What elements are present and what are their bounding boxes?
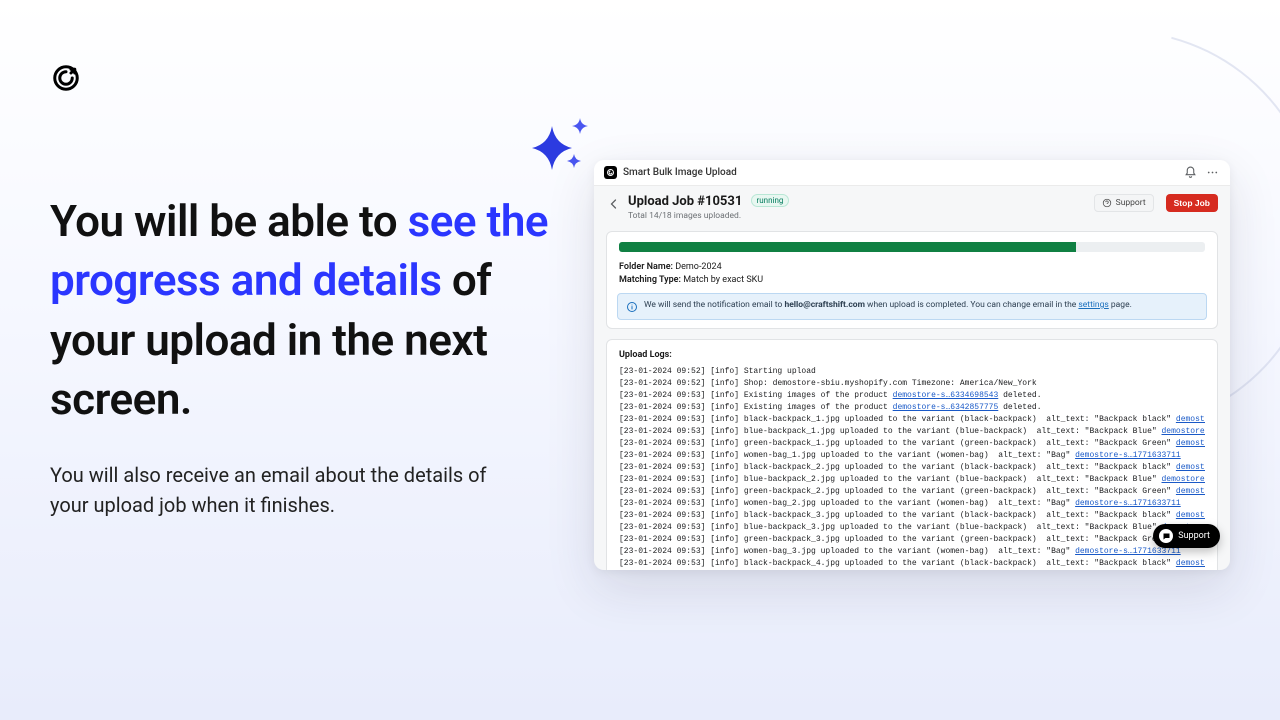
status-badge: running <box>751 194 790 207</box>
back-arrow-icon[interactable] <box>606 196 622 212</box>
logs-card: Upload Logs: [23-01-2024 09:52] [info] S… <box>606 339 1218 570</box>
log-link[interactable]: demostore-s…1757871151 <box>1162 427 1206 436</box>
matching-type-row: Matching Type: Match by exact SKU <box>619 275 1205 285</box>
chat-icon <box>1159 529 1173 543</box>
marketing-subtext: You will also receive an email about the… <box>50 460 510 520</box>
marketing-headline: You will be able to see the progress and… <box>50 192 570 430</box>
info-icon <box>626 301 638 313</box>
support-chat-label: Support <box>1178 531 1210 541</box>
log-link[interactable]: demostore-s…17579039 <box>1176 415 1205 424</box>
progress-bar <box>619 242 1205 252</box>
log-link[interactable]: demostore-s…6342857775 <box>893 403 999 412</box>
log-output: [23-01-2024 09:52] [info] Starting uploa… <box>619 366 1205 570</box>
titlebar: Smart Bulk Image Upload <box>594 160 1230 186</box>
page-header: Upload Job #10531 running Total 14/18 im… <box>594 186 1230 231</box>
support-chat-chip[interactable]: Support <box>1153 524 1220 548</box>
logs-label: Upload Logs: <box>619 350 1205 360</box>
email-notification-banner: We will send the notification email to h… <box>617 293 1207 320</box>
log-link[interactable]: demostore-s…17578383 <box>1176 439 1205 448</box>
settings-link[interactable]: settings <box>1078 300 1108 310</box>
progress-card: Folder Name: Demo-2024 Matching Type: Ma… <box>606 231 1218 329</box>
app-title: Smart Bulk Image Upload <box>623 167 737 178</box>
bell-icon[interactable] <box>1182 165 1198 181</box>
progress-summary: Total 14/18 images uploaded. <box>628 211 1088 221</box>
sparkles-icon <box>522 108 602 188</box>
more-icon[interactable] <box>1204 165 1220 181</box>
log-link[interactable]: demostore-s…1757871151 <box>1162 475 1206 484</box>
brand-logo <box>50 62 82 94</box>
log-link[interactable]: demostore-s… <box>1176 559 1205 568</box>
support-button[interactable]: Support <box>1094 194 1154 212</box>
log-link[interactable]: demostore-s…17578383 <box>1176 487 1205 496</box>
progress-bar-fill <box>619 242 1076 252</box>
stop-job-button[interactable]: Stop Job <box>1166 194 1218 212</box>
marketing-copy: You will be able to see the progress and… <box>50 192 570 520</box>
log-link[interactable]: demostore-s…17579039 <box>1176 463 1205 472</box>
log-link[interactable]: demostore-s…17579039 <box>1176 511 1205 520</box>
log-link[interactable]: demostore-s…6334698543 <box>893 391 999 400</box>
support-button-label: Support <box>1116 198 1146 208</box>
app-icon <box>604 166 617 179</box>
page-title: Upload Job #10531 <box>628 194 742 209</box>
log-link[interactable]: demostore-s…1771633711 <box>1075 499 1181 508</box>
log-link[interactable]: demostore-s…1771633711 <box>1075 547 1181 556</box>
app-window: Smart Bulk Image Upload Upload Job #1053… <box>594 160 1230 570</box>
folder-name-row: Folder Name: Demo-2024 <box>619 262 1205 272</box>
log-link[interactable]: demostore-s…1771633711 <box>1075 451 1181 460</box>
